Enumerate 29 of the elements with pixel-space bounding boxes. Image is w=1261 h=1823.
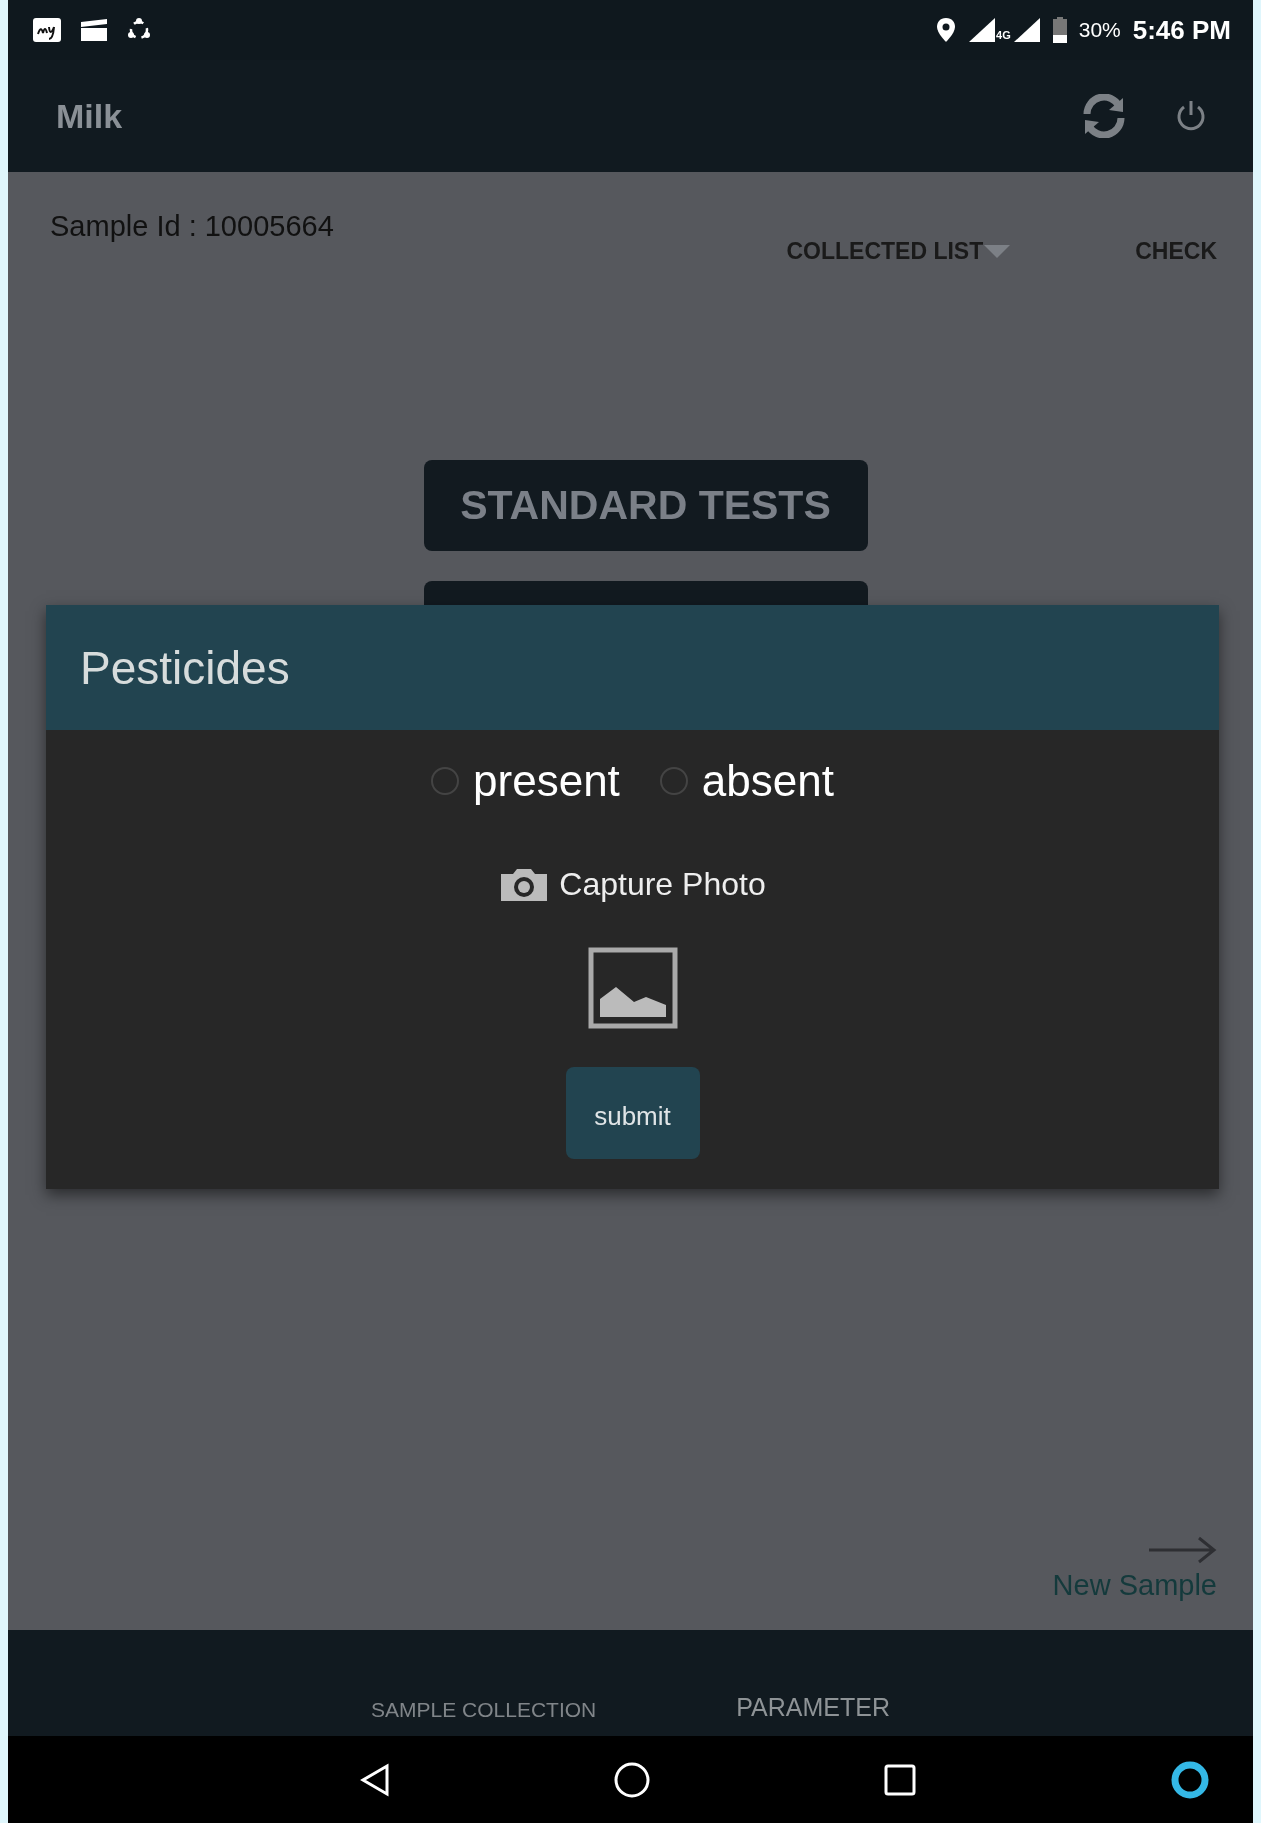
battery-icon	[1052, 17, 1067, 43]
power-button[interactable]	[1175, 99, 1207, 133]
app-title: Milk	[56, 96, 124, 136]
radio-button[interactable]	[431, 767, 460, 795]
caret-icon	[983, 243, 1012, 260]
app-logo-icon	[32, 17, 62, 43]
signal-icon	[1012, 17, 1041, 43]
dialog-title: Pesticides	[80, 640, 290, 695]
network-type-label: 4G	[996, 28, 1011, 41]
camera-icon	[499, 867, 550, 902]
tab[interactable]: SAMPLE COLLECTION	[371, 1698, 597, 1722]
signal-icon	[968, 17, 996, 43]
radio-option[interactable]: absent	[659, 750, 834, 812]
clock-time: 5:46 PM	[1132, 14, 1231, 46]
sample-id-label: Sample Id : 10005664	[50, 210, 335, 243]
recent-apps-button[interactable]	[883, 1762, 917, 1797]
radio-option[interactable]: present	[431, 750, 620, 812]
standard-tests-button[interactable]: STANDARD TESTS	[423, 460, 868, 551]
home-button[interactable]	[613, 1760, 651, 1799]
battery-percent: 30%	[1078, 18, 1121, 42]
submit-button[interactable]: submit	[565, 1067, 700, 1159]
arrow-right-icon	[1147, 1535, 1217, 1565]
location-pin-icon	[936, 17, 956, 43]
clapperboard-icon	[80, 18, 108, 42]
capture-photo-button[interactable]: Capture Photo	[499, 866, 766, 903]
image-placeholder-icon[interactable]	[587, 947, 678, 1029]
radio-button[interactable]	[659, 767, 688, 795]
tab[interactable]: PARAMETER	[736, 1693, 890, 1722]
back-button[interactable]	[359, 1762, 391, 1797]
